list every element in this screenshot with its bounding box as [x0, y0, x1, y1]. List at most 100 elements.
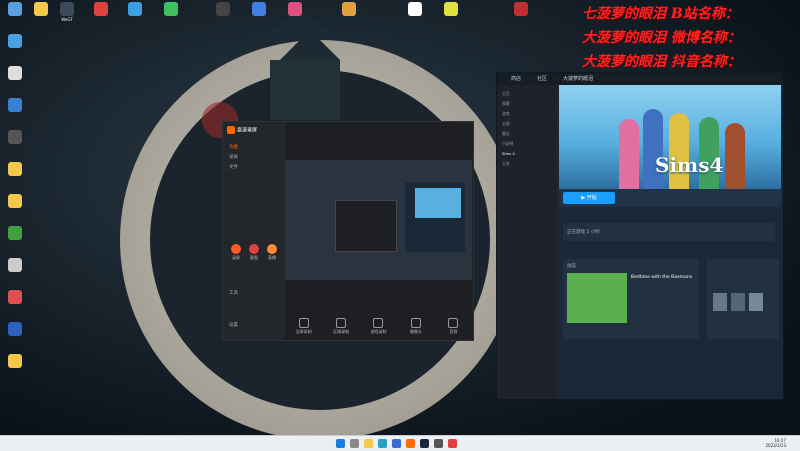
news-thumbnail[interactable]: [567, 273, 627, 323]
news-title[interactable]: Bedtime with the Baemans: [631, 275, 692, 280]
recorder-nav-item[interactable]: 工具: [229, 290, 238, 296]
fullscreen-record-tool[interactable]: 全屏录制: [293, 317, 315, 335]
sim-character: [669, 113, 689, 189]
app-icon: [8, 130, 22, 144]
steam-library-sidebar: 主页 收藏 游戏 全部 最近 已安装 Sims 4 分类: [497, 85, 557, 399]
screenshot-button[interactable]: 截图: [245, 244, 263, 261]
app-icon: [8, 2, 22, 16]
record-button[interactable]: 录屏: [227, 244, 245, 261]
webcam-tool[interactable]: 摄像头: [405, 317, 427, 335]
desktop-icon[interactable]: [2, 290, 28, 320]
desktop-icon[interactable]: [28, 2, 54, 32]
desktop-icon[interactable]: [2, 322, 28, 352]
desktop-icon[interactable]: [88, 2, 114, 32]
webcam-icon: [410, 317, 421, 328]
desktop-icon[interactable]: [438, 2, 464, 32]
library-item[interactable]: Sims 4: [502, 151, 515, 156]
desktop-icon[interactable]: [508, 2, 534, 32]
friends-avatars-panel: [707, 259, 779, 339]
desktop-icon[interactable]: [2, 34, 28, 64]
tab-store[interactable]: 商店: [511, 75, 521, 82]
avatar[interactable]: [713, 293, 727, 311]
tab-profile[interactable]: 大菠萝的眼泪: [563, 75, 593, 82]
start-icon[interactable]: [336, 439, 345, 448]
preview-hero-thumb: [415, 188, 461, 218]
desktop-icon[interactable]: [2, 98, 28, 128]
desktop-icon[interactable]: [2, 226, 28, 256]
library-item[interactable]: 分类: [502, 161, 510, 167]
sim-character: [725, 123, 745, 189]
clock-date: 2023/3/23: [765, 443, 786, 448]
recorder-main: 全屏录制 区域录制 游戏录制 摄像头 音频: [285, 138, 472, 338]
game-record-tool[interactable]: 游戏录制: [367, 317, 389, 335]
app-icon: [94, 2, 108, 16]
file-explorer-icon[interactable]: [364, 439, 373, 448]
game-title: Sims4: [655, 153, 724, 177]
recorder-logo: 嘉速录屏: [227, 126, 257, 134]
app-icon: [444, 2, 458, 16]
folder-icon: [8, 162, 22, 176]
edge-icon[interactable]: [378, 439, 387, 448]
play-bar: ▶ 开始: [559, 189, 781, 207]
live-icon: [267, 244, 277, 254]
desktop-icon[interactable]: [2, 162, 28, 192]
recorder-nav-item[interactable]: 功能: [229, 144, 238, 150]
avatar[interactable]: [749, 293, 763, 311]
app-icon: [342, 2, 356, 16]
library-item[interactable]: 全部: [502, 121, 510, 127]
app-icon: [164, 2, 178, 16]
recording-preview: [285, 160, 472, 280]
desktop-icon[interactable]: [336, 2, 362, 32]
desktop-icon[interactable]: [2, 258, 28, 288]
friends-status: 正在游戏 5 小时: [567, 230, 600, 235]
desktop-icon[interactable]: [2, 194, 28, 224]
desktop-icon[interactable]: WeGT: [54, 2, 80, 32]
library-item[interactable]: 收藏: [502, 101, 510, 107]
desktop-icon[interactable]: [2, 354, 28, 384]
recorder-nav-item[interactable]: 录屏: [229, 154, 238, 160]
activity-panel: 动态 Bedtime with the Baemans: [563, 259, 699, 339]
app-icon: [8, 34, 22, 48]
preview-recorder-thumb: [335, 200, 397, 252]
recorder-nav-item[interactable]: 文件: [229, 164, 238, 170]
app-icon: [514, 2, 528, 16]
camera-icon: [249, 244, 259, 254]
app-icon: [128, 2, 142, 16]
play-button[interactable]: ▶ 开始: [563, 192, 615, 204]
library-item[interactable]: 最近: [502, 131, 510, 137]
desktop-icon[interactable]: [2, 130, 28, 160]
tab-community[interactable]: 社区: [537, 75, 547, 82]
app-icon: [60, 2, 74, 16]
live-button[interactable]: 直播: [263, 244, 281, 261]
folder-icon: [8, 194, 22, 208]
folder-icon: [34, 2, 48, 16]
desktop-icon[interactable]: [158, 2, 184, 32]
desktop-icon[interactable]: [282, 2, 308, 32]
app-taskbar-icon[interactable]: [448, 439, 457, 448]
taskbar: 16:27 2023/3/23: [0, 435, 800, 451]
screen-recorder-window[interactable]: 嘉速录屏 功能 录屏 文件 录屏 截图 直播 工具 设置 全屏录制 区域录制 游…: [222, 121, 474, 341]
app-taskbar-icon[interactable]: [434, 439, 443, 448]
region-icon: [336, 317, 347, 328]
library-item[interactable]: 游戏: [502, 111, 510, 117]
desktop-icon[interactable]: [402, 2, 428, 32]
steam-taskbar-icon[interactable]: [420, 439, 429, 448]
desktop-icon[interactable]: [2, 2, 28, 32]
recorder-nav-item[interactable]: 设置: [229, 322, 238, 328]
recorder-taskbar-icon[interactable]: [406, 439, 415, 448]
store-icon[interactable]: [392, 439, 401, 448]
library-item[interactable]: 主页: [502, 91, 510, 97]
desktop-icon[interactable]: [246, 2, 272, 32]
desktop-icon[interactable]: [122, 2, 148, 32]
avatar[interactable]: [731, 293, 745, 311]
desktop-icon[interactable]: [210, 2, 236, 32]
library-item[interactable]: 已安装: [502, 141, 513, 147]
search-icon[interactable]: [350, 439, 359, 448]
region-record-tool[interactable]: 区域录制: [330, 317, 352, 335]
system-clock[interactable]: 16:27 2023/3/23: [765, 438, 786, 448]
gamepad-icon: [373, 317, 384, 328]
steam-window[interactable]: 商店 社区 大菠萝的眼泪 主页 收藏 游戏 全部 最近 已安装 Sims 4 分…: [496, 72, 784, 400]
audio-tool[interactable]: 音频: [442, 317, 464, 335]
speaker-icon: [448, 317, 459, 328]
desktop-icon[interactable]: [2, 66, 28, 96]
